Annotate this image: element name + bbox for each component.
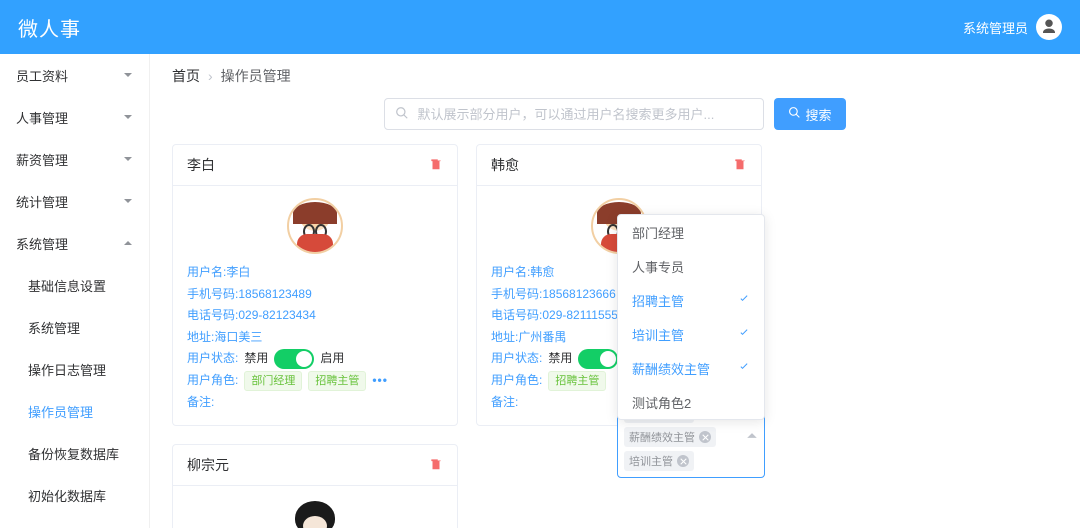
- chevron-down-icon: [123, 194, 133, 209]
- operator-name: 李白: [187, 155, 215, 175]
- selected-role-tag: 薪酬绩效主管: [624, 427, 716, 447]
- edit-roles-button[interactable]: •••: [372, 370, 388, 392]
- check-icon: [738, 361, 750, 376]
- sidebar-sub-basic-info[interactable]: 基础信息设置: [0, 264, 149, 306]
- sidebar-item-staff[interactable]: 员工资料: [0, 54, 149, 96]
- role-option[interactable]: 薪酬绩效主管: [618, 351, 764, 385]
- operator-name: 韩愈: [491, 155, 519, 175]
- main-content: 首页 › 操作员管理 搜索 李白 用户: [150, 54, 1080, 528]
- sidebar: 员工资料 人事管理 薪资管理 统计管理 系统管理 基础信息设置 系统管理 操作日…: [0, 54, 150, 528]
- brand-title: 微人事: [18, 13, 81, 42]
- delete-button[interactable]: [429, 457, 443, 474]
- search-input[interactable]: [415, 106, 753, 123]
- sidebar-sub-init-db[interactable]: 初始化数据库: [0, 474, 149, 516]
- sidebar-item-stats[interactable]: 统计管理: [0, 180, 149, 222]
- avatar-icon: [1036, 14, 1062, 40]
- breadcrumb-current: 操作员管理: [221, 66, 291, 86]
- operator-name: 柳宗元: [187, 455, 229, 475]
- chevron-right-icon: ›: [208, 68, 213, 84]
- check-icon: [738, 293, 750, 308]
- breadcrumb: 首页 › 操作员管理: [172, 66, 1058, 86]
- page-body: 员工资料 人事管理 薪资管理 统计管理 系统管理 基础信息设置 系统管理 操作日…: [0, 54, 1080, 528]
- remove-tag-icon[interactable]: [699, 431, 711, 443]
- current-user-label: 系统管理员: [963, 18, 1028, 37]
- operator-cards: 李白 用户名:李白 手机号码:18568123489 电话号码:029-8212…: [172, 144, 1058, 528]
- role-option[interactable]: 培训主管: [618, 317, 764, 351]
- sidebar-item-salary[interactable]: 薪资管理: [0, 138, 149, 180]
- search-bar: 搜索: [172, 98, 1058, 130]
- search-icon: [395, 106, 409, 123]
- selected-role-tag: 培训主管: [624, 451, 694, 471]
- sidebar-item-system[interactable]: 系统管理: [0, 222, 149, 264]
- role-dropdown[interactable]: 部门经理 人事专员 招聘主管 培训主管 薪酬绩效主管 测试角色2: [617, 214, 765, 420]
- role-tag: 招聘主管: [548, 371, 606, 391]
- role-tag: 部门经理: [244, 371, 302, 391]
- remove-tag-icon[interactable]: [677, 455, 689, 467]
- sidebar-sub-system-mgmt[interactable]: 系统管理: [0, 306, 149, 348]
- sidebar-sub-operator[interactable]: 操作员管理: [0, 390, 149, 432]
- status-switch[interactable]: [274, 349, 314, 369]
- sidebar-item-hr[interactable]: 人事管理: [0, 96, 149, 138]
- chevron-up-icon: [746, 430, 758, 445]
- operator-avatar: [287, 198, 343, 254]
- sidebar-sub-backup[interactable]: 备份恢复数据库: [0, 432, 149, 474]
- operator-avatar: [287, 498, 343, 528]
- top-bar: 微人事 系统管理员: [0, 0, 1080, 54]
- delete-button[interactable]: [429, 157, 443, 174]
- search-icon: [788, 106, 801, 122]
- chevron-down-icon: [123, 68, 133, 83]
- breadcrumb-home[interactable]: 首页: [172, 66, 200, 86]
- delete-button[interactable]: [733, 157, 747, 174]
- search-button[interactable]: 搜索: [774, 98, 845, 130]
- current-user[interactable]: 系统管理员: [963, 14, 1062, 40]
- chevron-up-icon: [123, 236, 133, 251]
- status-switch[interactable]: [578, 349, 618, 369]
- operator-card: 柳宗元 用户名:柳宗元 手机号码:18568123377 电话号码:029-82…: [172, 444, 458, 528]
- chevron-down-icon: [123, 110, 133, 125]
- sidebar-sub-oplog[interactable]: 操作日志管理: [0, 348, 149, 390]
- role-tag: 招聘主管: [308, 371, 366, 391]
- chevron-down-icon: [123, 152, 133, 167]
- role-option[interactable]: 部门经理: [618, 215, 764, 249]
- role-option[interactable]: 招聘主管: [618, 283, 764, 317]
- role-option[interactable]: 人事专员: [618, 249, 764, 283]
- operator-card: 李白 用户名:李白 手机号码:18568123489 电话号码:029-8212…: [172, 144, 458, 426]
- search-input-wrapper[interactable]: [384, 98, 764, 130]
- check-icon: [738, 327, 750, 342]
- role-option[interactable]: 测试角色2: [618, 385, 764, 419]
